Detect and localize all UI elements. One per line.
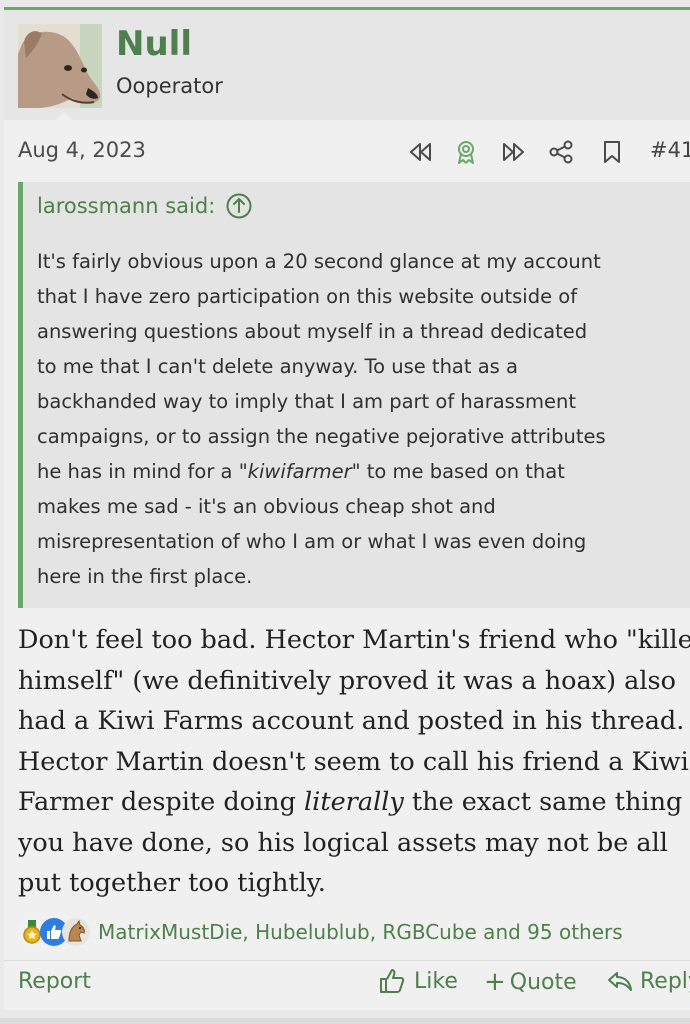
share-icon [549,140,573,164]
quote-label: Quote [509,969,577,995]
quote-body: It's fairly obvious upon a 20 second gla… [37,244,687,594]
share-button[interactable] [547,134,575,170]
header-pointer [54,112,74,122]
quote-line-text: he has in mind for a [37,460,239,483]
body-line: Hector Martin doesn't seem to call his f… [18,746,689,777]
quote-line: makes me sad - it's an obvious cheap sho… [37,495,496,518]
quote-button[interactable]: + Quote [484,967,577,997]
horse-icon [62,918,90,946]
dog-avatar-image [18,24,102,108]
body-line: had a Kiwi Farms account and posted in h… [18,706,685,736]
body-line: Don't feel too bad. Hector Martin's frie… [18,625,690,655]
award-button[interactable] [452,134,480,170]
award-icon [458,141,474,164]
bookmark-icon [604,141,620,163]
quote-line: he has in mind for a "kiwifarmer" to me … [37,454,687,489]
like-button[interactable]: Like [378,967,458,995]
reactions-bar[interactable]: MatrixMustDie, Hubelublub, RGBCube and 9… [18,914,623,950]
quote-author-link[interactable]: larossmann said: [37,192,253,220]
user-title: Ooperator [116,74,223,98]
quote-line: misrepresentation of who I am or what I … [37,530,587,553]
quote-line: here in the first place. [37,565,253,588]
thumbs-up-outline-icon [380,969,405,993]
body-line-text: Farmer despite doing [18,787,305,817]
user-header [4,10,690,120]
bookmark-button[interactable] [598,134,626,170]
quote-line: answering questions about myself in a th… [37,320,588,343]
quote-line: campaigns, or to assign the negative pej… [37,425,606,448]
body-line: himself" (we definitively proved it was … [18,665,676,696]
rewind-icon [410,143,431,161]
reply-button[interactable]: Reply [606,967,690,995]
plus-icon: + [484,967,506,997]
next-post-button[interactable] [500,134,528,170]
quote-block: larossmann said: It's fairly obvious upo… [18,182,690,608]
body-line: Farmer despite doing literally the exact… [18,782,690,823]
username[interactable]: Null [116,24,192,64]
quote-line-text: to me based on that [360,460,565,483]
like-label: Like [414,968,458,994]
reaction-summary[interactable]: MatrixMustDie, Hubelublub, RGBCube and 9… [98,920,623,944]
body-line: put together too tightly. [18,868,326,898]
post-number-link[interactable]: #41 [650,138,690,162]
report-button[interactable]: Report [18,969,91,994]
post-footer: Report Like + Quote Reply [4,960,690,1009]
quote-line: backhanded way to imply that I am part o… [37,390,576,413]
body-line: you have done, so his logical assets may… [18,827,668,858]
reply-icon [608,972,632,991]
quote-line: It's fairly obvious upon a 20 second gla… [37,250,601,273]
body-line-text: the exact same thing [403,787,683,817]
arrow-up-circle-icon[interactable] [225,192,253,220]
fast-forward-icon [503,143,524,161]
quote-line: that I have zero participation on this w… [37,285,578,308]
quote-author-label: larossmann said: [37,194,216,218]
quote-line: to me that I can't delete anyway. To use… [37,355,518,378]
prev-post-button[interactable] [406,134,434,170]
reply-label: Reply [640,968,690,994]
post-body: Don't feel too bad. Hector Martin's frie… [18,620,690,904]
post-date[interactable]: Aug 4, 2023 [18,138,146,162]
avatar[interactable] [18,24,102,108]
body-emphasis: literally [304,787,404,817]
quote-emphasis: "kiwifarmer" [238,460,361,483]
divider [0,1018,690,1024]
